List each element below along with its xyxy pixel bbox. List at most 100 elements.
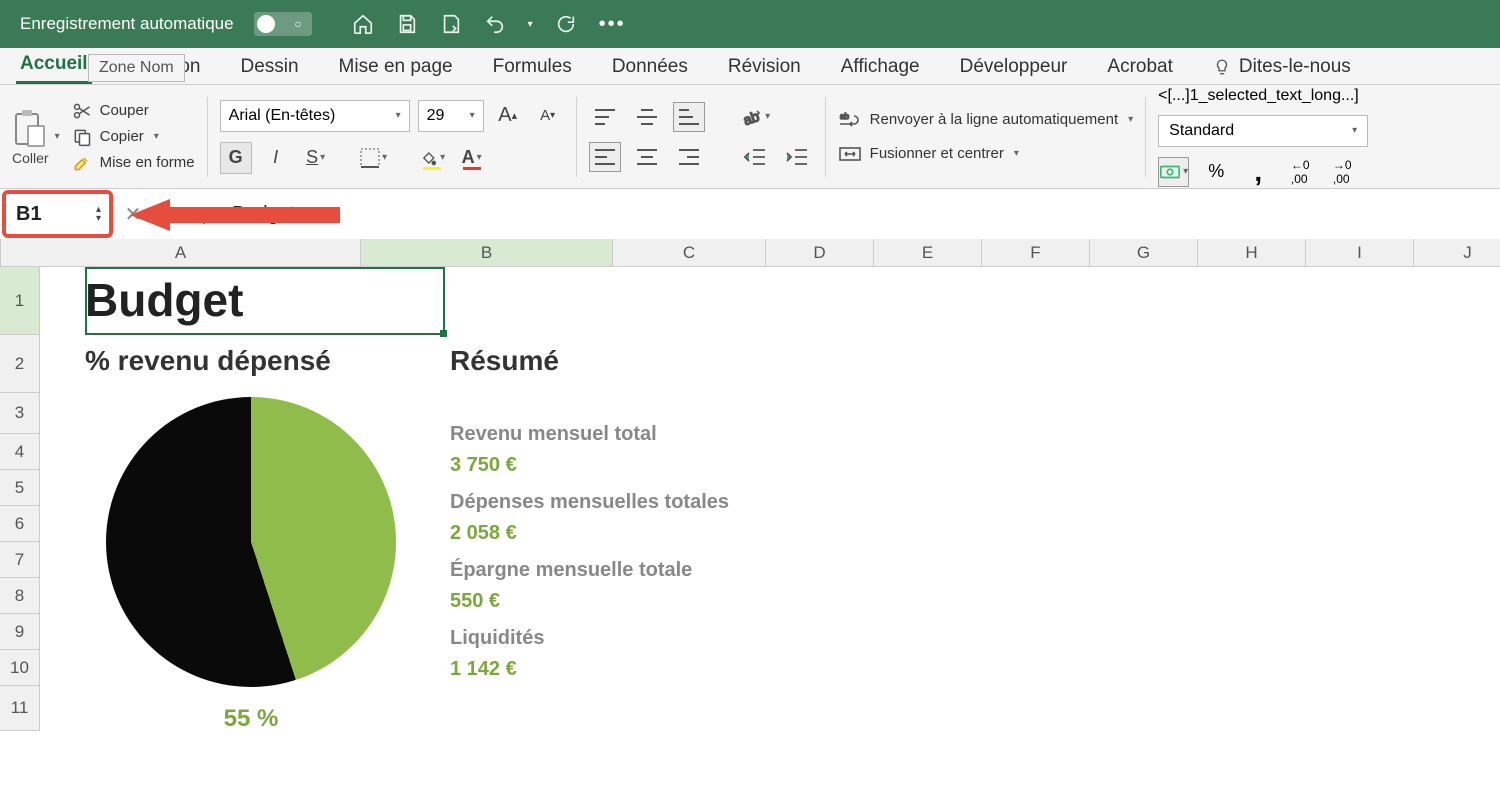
cells-area[interactable]: Budget % revenu dépensé Résumé 55 % Reve… [40, 267, 1500, 731]
formula-input[interactable]: Budget [226, 203, 1500, 226]
align-bottom-button[interactable] [673, 102, 705, 132]
title-bar: Enregistrement automatique ○ ▾ ••• [0, 0, 1500, 48]
svg-text:ab: ab [741, 107, 761, 127]
tab-review[interactable]: Révision [724, 50, 805, 84]
confirm-formula-button[interactable]: ✓ [153, 202, 193, 227]
undo-dropdown-icon[interactable]: ▾ [528, 19, 533, 30]
summary-value: 2 058 € [450, 522, 729, 545]
align-top-button[interactable] [589, 102, 621, 132]
paste-dropdown-icon[interactable]: ▾ [55, 131, 60, 142]
bold-button[interactable]: G [220, 142, 252, 174]
underline-button[interactable]: S▾ [300, 142, 332, 174]
orientation-icon: ab [739, 105, 763, 129]
column-header[interactable]: D [766, 239, 874, 267]
wrap-text-button[interactable]: ab Renvoyer à la ligne automatiquement▾ [838, 110, 1134, 130]
column-header[interactable]: F [982, 239, 1090, 267]
save-as-icon[interactable] [440, 13, 462, 35]
column-header[interactable]: E [874, 239, 982, 267]
pie-chart [106, 397, 396, 687]
row-header[interactable]: 5 [0, 470, 40, 506]
undo-icon[interactable] [484, 13, 506, 35]
summary-value: 550 € [450, 590, 729, 613]
column-header[interactable]: H [1198, 239, 1306, 267]
decrease-decimal-button[interactable]: →0,00 [1327, 157, 1357, 187]
increase-indent-button[interactable] [781, 142, 813, 172]
align-left-button[interactable] [589, 142, 621, 172]
align-center-button[interactable] [631, 142, 663, 172]
column-header[interactable]: G [1090, 239, 1198, 267]
decrease-indent-button[interactable] [739, 142, 771, 172]
number-format-select[interactable]: Standard▾ [1158, 115, 1368, 147]
money-icon [1159, 161, 1181, 183]
increase-decimal-button[interactable]: ←0,00 [1285, 157, 1315, 187]
merge-icon [838, 144, 862, 164]
scissors-icon [72, 101, 92, 121]
row-header[interactable]: 7 [0, 542, 40, 578]
row-header[interactable]: 9 [0, 614, 40, 650]
border-icon [360, 148, 380, 168]
fill-color-button[interactable]: ▾ [416, 142, 448, 174]
tab-data[interactable]: Données [608, 50, 692, 84]
font-name-select[interactable]: Arial (En-têtes)▾ [220, 100, 410, 132]
font-size-select[interactable]: 29▾ [418, 100, 484, 132]
align-right-button[interactable] [673, 142, 705, 172]
row-header[interactable]: 2 [0, 335, 40, 393]
comma-format-button[interactable]: , [1243, 157, 1273, 187]
format-painter-button[interactable]: Mise en forme [72, 153, 195, 173]
column-header[interactable]: B [361, 239, 613, 267]
column-header[interactable]: A [1, 239, 361, 267]
percent-format-button[interactable]: % [1201, 157, 1231, 187]
increase-font-button[interactable]: A▴ [492, 100, 524, 132]
home-icon[interactable] [352, 13, 374, 35]
font-color-button[interactable]: A▾ [456, 142, 488, 174]
italic-button[interactable]: I [260, 142, 292, 174]
borders-button[interactable]: ▾ [358, 142, 390, 174]
row-header[interactable]: 6 [0, 506, 40, 542]
row-header[interactable]: 3 [0, 393, 40, 434]
summary-label: Revenu mensuel total [450, 423, 729, 446]
spreadsheet-grid[interactable]: ABCDEFGHIJ 1234567891011 Budget % revenu… [0, 239, 1500, 731]
row-header[interactable]: 11 [0, 686, 40, 731]
fill-handle[interactable] [440, 330, 447, 337]
cut-label: Couper [100, 102, 149, 119]
column-headers[interactable]: ABCDEFGHIJ [1, 239, 1500, 267]
tell-me-label: Dites-le-nous [1239, 56, 1351, 78]
fx-icon[interactable]: fx [203, 204, 216, 225]
row-header[interactable]: 8 [0, 578, 40, 614]
name-box-highlight: ▴▾ [2, 190, 113, 238]
heading-resume: Résumé [450, 345, 559, 376]
tab-home[interactable]: Accueil [16, 47, 92, 84]
tab-view[interactable]: Affichage [837, 50, 924, 84]
tab-draw[interactable]: Dessin [236, 50, 302, 84]
tab-acrobat[interactable]: Acrobat [1103, 50, 1176, 84]
row-header[interactable]: 4 [0, 434, 40, 470]
quick-access-toolbar: ▾ ••• [352, 13, 626, 36]
column-header[interactable]: C [613, 239, 766, 267]
tab-tell-me[interactable]: Dites-le-nous [1209, 50, 1355, 84]
accounting-format-button[interactable]: ▾ [1158, 157, 1189, 187]
name-box-stepper[interactable]: ▴▾ [96, 205, 101, 223]
autosave-toggle[interactable]: ○ [254, 12, 312, 36]
name-box[interactable] [16, 203, 96, 226]
row-header[interactable]: 10 [0, 650, 40, 686]
more-icon[interactable]: ••• [599, 13, 626, 36]
tab-formulas[interactable]: Formules [489, 50, 576, 84]
align-middle-button[interactable] [631, 102, 663, 132]
merge-center-label: Fusionner et centrer [870, 145, 1004, 162]
cut-button[interactable]: Couper [72, 101, 195, 121]
redo-icon[interactable] [555, 13, 577, 35]
copy-button[interactable]: Copier▾ [72, 127, 195, 147]
save-icon[interactable] [396, 13, 418, 35]
cancel-formula-button[interactable]: ✕ [113, 202, 153, 227]
column-header[interactable]: J [1414, 239, 1500, 267]
merge-center-button[interactable]: Fusionner et centrer▾ [838, 144, 1134, 164]
tab-developer[interactable]: Développeur [956, 50, 1072, 84]
tab-layout[interactable]: Mise en page [335, 50, 457, 84]
orientation-button[interactable]: ab▾ [739, 102, 771, 132]
align-top-icon [595, 109, 615, 125]
column-header[interactable]: I [1306, 239, 1414, 267]
paste-button[interactable]: Coller [12, 108, 49, 166]
row-header[interactable]: 1 [0, 267, 40, 335]
decrease-font-button[interactable]: A▾ [532, 100, 564, 132]
row-headers[interactable]: 1234567891011 [0, 267, 40, 731]
